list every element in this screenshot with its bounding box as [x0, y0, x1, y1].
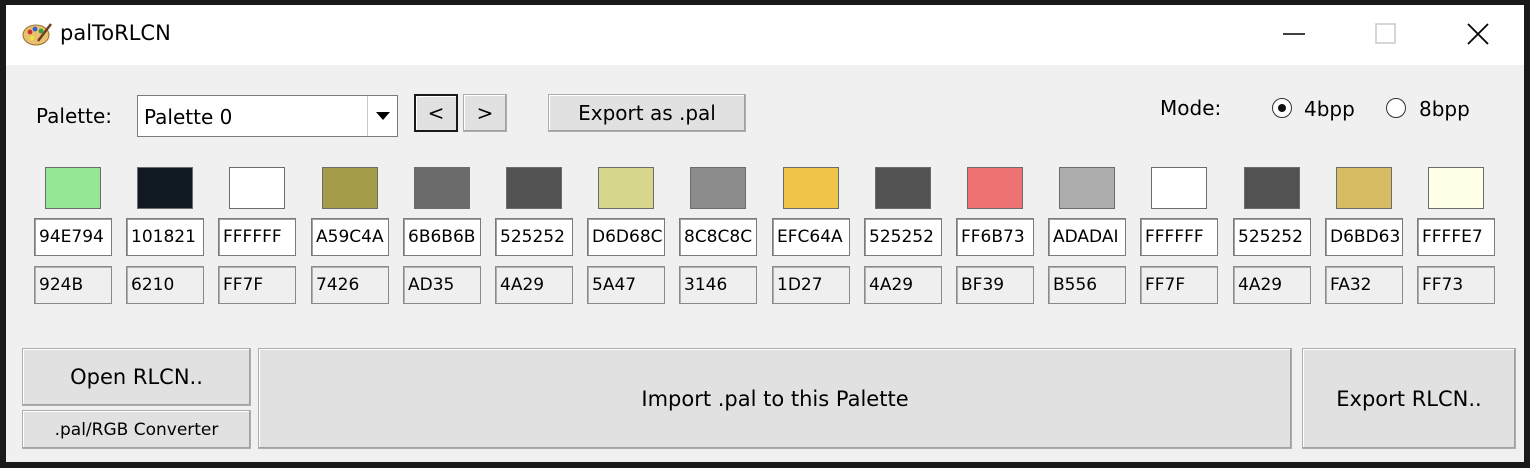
mode-label: Mode: [1160, 96, 1222, 120]
chevron-down-icon [376, 112, 390, 120]
bgr555-code-field: B556 [1048, 266, 1126, 304]
hex-color-input[interactable]: D6D68C [587, 218, 665, 256]
hex-color-input[interactable]: FFFFE7 [1417, 218, 1495, 256]
mode-4bpp-label[interactable]: 4bpp [1304, 97, 1355, 121]
bgr555-code-field: 4A29 [1233, 266, 1311, 304]
palette-dropdown[interactable]: Palette 0 [137, 95, 398, 137]
hex-color-input[interactable]: ADADAI [1048, 218, 1126, 256]
bgr555-code-field: FF7F [1140, 266, 1218, 304]
open-rlcn-button[interactable]: Open RLCN.. [22, 348, 251, 406]
hex-color-input[interactable]: 101821 [126, 218, 204, 256]
color-swatch[interactable] [137, 167, 193, 209]
color-swatch[interactable] [783, 167, 839, 209]
bgr555-code-field: 4A29 [864, 266, 942, 304]
maximize-button[interactable] [1340, 5, 1432, 63]
palette-dropdown-value: Palette 0 [144, 105, 233, 129]
hex-color-input[interactable]: 8C8C8C [679, 218, 757, 256]
dropdown-arrow-button[interactable] [367, 96, 397, 136]
hex-color-input[interactable]: D6BD63 [1325, 218, 1403, 256]
hex-color-input[interactable]: FFFFFF [218, 218, 296, 256]
minimize-icon [1283, 33, 1305, 35]
mode-4bpp-radio[interactable] [1272, 98, 1292, 118]
palette-label: Palette: [36, 104, 113, 128]
color-swatch[interactable] [875, 167, 931, 209]
bgr555-code-field: FF73 [1417, 266, 1495, 304]
maximize-icon [1375, 23, 1396, 44]
hex-color-input[interactable]: FF6B73 [956, 218, 1034, 256]
bgr555-code-field: 924B [34, 266, 112, 304]
hex-color-input[interactable]: 94E794 [34, 218, 112, 256]
radio-selected-dot [1278, 104, 1286, 112]
next-palette-button[interactable]: > [463, 94, 507, 132]
color-swatch[interactable] [229, 167, 285, 209]
hex-color-input[interactable]: FFFFFF [1140, 218, 1218, 256]
minimize-button[interactable] [1248, 5, 1340, 63]
bgr555-code-field: 3146 [679, 266, 757, 304]
bgr555-code-field: FA32 [1325, 266, 1403, 304]
hex-color-input[interactable]: 525252 [495, 218, 573, 256]
close-icon [1467, 23, 1489, 45]
hex-color-input[interactable]: 525252 [864, 218, 942, 256]
pal-rgb-converter-button[interactable]: .pal/RGB Converter [22, 410, 251, 449]
color-swatch[interactable] [1244, 167, 1300, 209]
hex-color-input[interactable]: 525252 [1233, 218, 1311, 256]
color-swatch[interactable] [598, 167, 654, 209]
close-button[interactable] [1432, 5, 1524, 63]
hex-color-input[interactable]: EFC64A [772, 218, 850, 256]
color-swatch[interactable] [1059, 167, 1115, 209]
color-swatch[interactable] [45, 167, 101, 209]
bgr555-code-field: AD35 [403, 266, 481, 304]
bgr555-code-field: 7426 [311, 266, 389, 304]
hex-color-input[interactable]: A59C4A [311, 218, 389, 256]
bgr555-code-field: 6210 [126, 266, 204, 304]
color-swatch[interactable] [967, 167, 1023, 209]
bgr555-code-field: 1D27 [772, 266, 850, 304]
mode-8bpp-radio[interactable] [1386, 98, 1406, 118]
window-title: palToRLCN [60, 21, 171, 45]
color-swatch[interactable] [506, 167, 562, 209]
color-swatch[interactable] [1336, 167, 1392, 209]
palette-app-icon [22, 23, 52, 46]
bgr555-code-field: BF39 [956, 266, 1034, 304]
bgr555-code-field: 5A47 [587, 266, 665, 304]
export-pal-button[interactable]: Export as .pal [548, 94, 746, 132]
title-bar: palToRLCN [6, 5, 1524, 65]
bgr555-code-field: 4A29 [495, 266, 573, 304]
app-window: palToRLCN Palette: Palette 0 < > Export … [6, 5, 1524, 462]
color-swatch[interactable] [1428, 167, 1484, 209]
color-swatch[interactable] [322, 167, 378, 209]
mode-8bpp-label[interactable]: 8bpp [1419, 97, 1470, 121]
bgr555-code-field: FF7F [218, 266, 296, 304]
hex-color-input[interactable]: 6B6B6B [403, 218, 481, 256]
color-swatch[interactable] [690, 167, 746, 209]
color-swatch[interactable] [414, 167, 470, 209]
color-swatch[interactable] [1151, 167, 1207, 209]
import-pal-button[interactable]: Import .pal to this Palette [258, 348, 1292, 449]
export-rlcn-button[interactable]: Export RLCN.. [1302, 348, 1516, 449]
previous-palette-button[interactable]: < [414, 94, 458, 132]
